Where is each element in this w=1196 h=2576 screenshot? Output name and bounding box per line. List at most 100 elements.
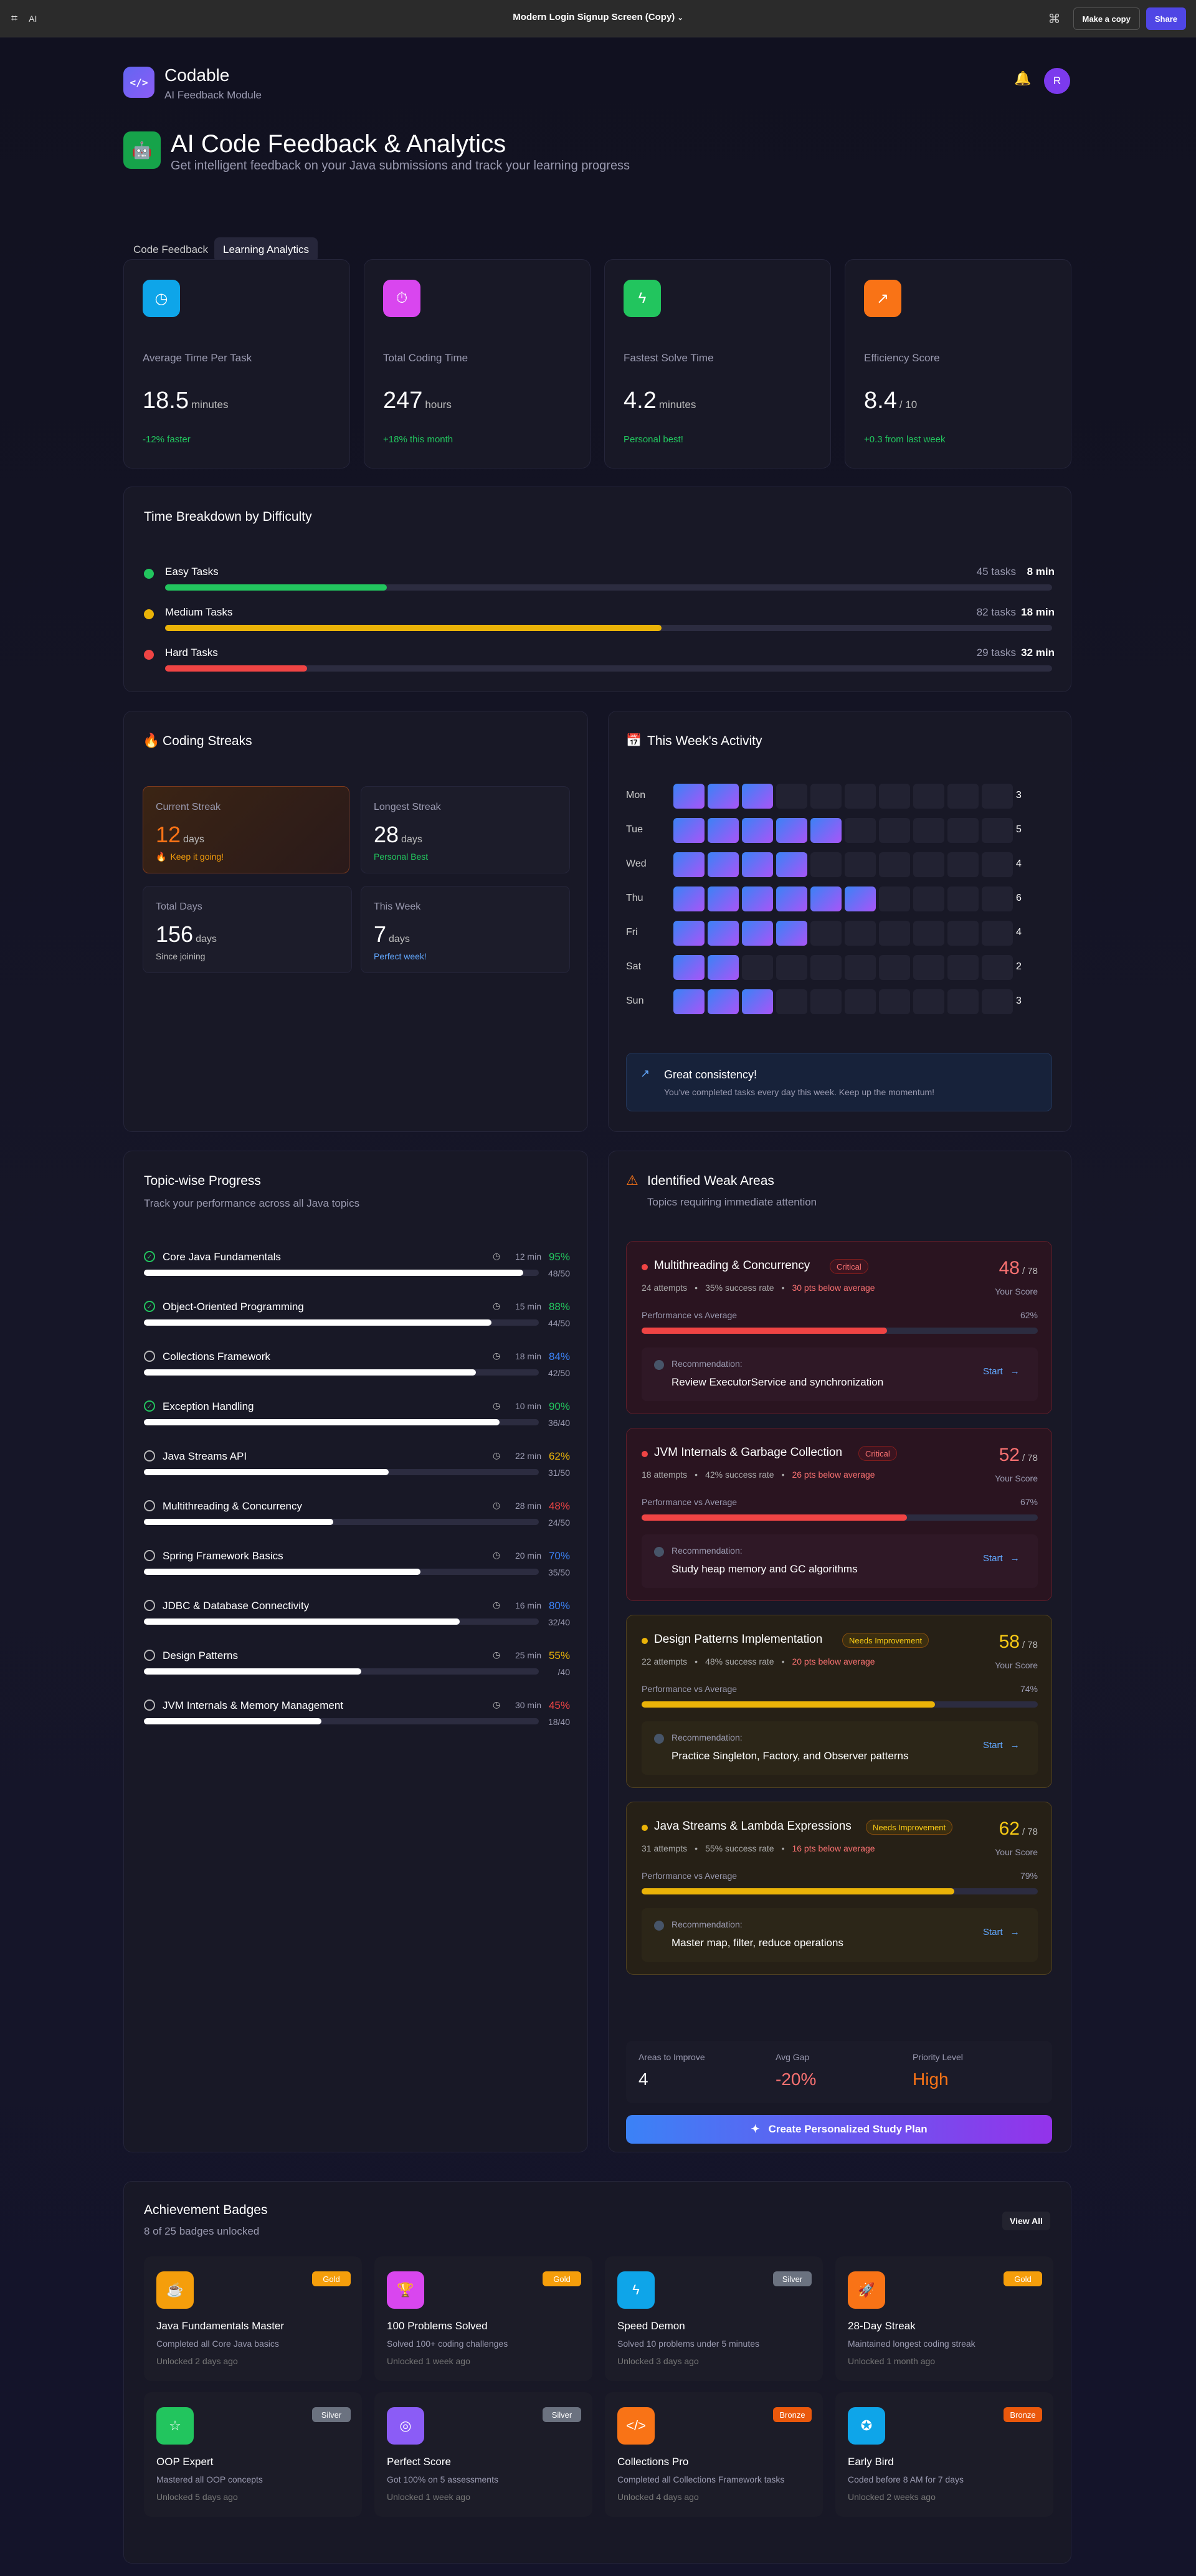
perf-bar: [642, 1888, 1038, 1894]
stat-note: -12% faster: [143, 434, 191, 445]
clock-icon: ◷: [493, 1301, 501, 1311]
topic-done: 44/50: [548, 1318, 570, 1328]
streak-value: 12: [156, 822, 181, 847]
info-dot: [654, 1921, 664, 1931]
weak-area-meta: 31 attempts • 55% success rate • 16 pts belo…: [642, 1843, 875, 1853]
topics-subtitle: Track your performance across all Java t…: [144, 1197, 360, 1209]
activity-cell-active: [708, 818, 739, 843]
summary-value: High: [913, 2070, 949, 2089]
topic-bar: [144, 1319, 539, 1326]
badges-title: Achievement Badges: [144, 2203, 268, 2217]
start-button[interactable]: Start →: [983, 1553, 1020, 1564]
rec-text: Study heap memory and GC algorithms: [672, 1563, 858, 1575]
activity-cell-active: [845, 886, 876, 911]
perf-label: Performance vs Average: [642, 1871, 738, 1881]
topic-name: Exception Handling: [163, 1400, 254, 1412]
topic-name: Java Streams API: [163, 1450, 247, 1462]
difficulty-dot: [144, 569, 154, 579]
streak-box: Longest Streak 28 days Personal Best: [361, 786, 570, 873]
bell-icon[interactable]: 🔔: [1014, 70, 1031, 87]
focus-icon[interactable]: ⌘: [1048, 11, 1061, 27]
activity-cell: [982, 784, 1013, 809]
stat-label: Fastest Solve Time: [624, 352, 714, 364]
file-title[interactable]: Modern Login Signup Screen (Copy) ⌄: [0, 12, 1196, 22]
activity-cell: [879, 921, 910, 946]
activity-cell-active: [708, 852, 739, 877]
activity-cell: [913, 989, 944, 1014]
brand-logo[interactable]: </>: [123, 67, 154, 98]
activity-day: Mon: [626, 790, 646, 801]
stat-label: Average Time Per Task: [143, 352, 252, 364]
difficulty-tasks: 29 tasks: [976, 647, 1016, 658]
difficulty-label: Medium Tasks: [165, 606, 233, 618]
topic-bar-fill: [144, 1270, 523, 1276]
circle-icon: [144, 1450, 155, 1461]
achievement-badges-card: Achievement Badges 8 of 25 badges unlock…: [123, 2181, 1071, 2564]
badge-card[interactable]: </> Bronze Collections Pro Completed all Co…: [605, 2392, 823, 2517]
separator: •: [695, 1470, 698, 1480]
stat-unit: hours: [425, 399, 452, 411]
activity-count: 3: [1016, 790, 1022, 801]
topic-name: Object-Oriented Programming: [163, 1301, 304, 1313]
difficulty-label: Easy Tasks: [165, 566, 219, 577]
streak-label: This Week: [374, 901, 421, 912]
tab-code-feedback[interactable]: Code Feedback: [125, 237, 217, 262]
score-gap: 16 pts below average: [792, 1843, 875, 1853]
create-study-plan-button[interactable]: ✦ Create Personalized Study Plan: [626, 2115, 1052, 2144]
severity-badge: Critical: [858, 1446, 897, 1461]
badge-when: Unlocked 2 weeks ago: [848, 2492, 936, 2502]
topic-percent: 95%: [548, 1251, 570, 1263]
difficulty-label: Hard Tasks: [165, 647, 218, 658]
badge-card[interactable]: ◎ Silver Perfect Score Got 100% on 5 assess…: [374, 2392, 592, 2517]
streak-value-row: 12 days: [156, 822, 204, 848]
weak-area-meta: 24 attempts • 35% success rate • 30 pts belo…: [642, 1283, 875, 1293]
avatar[interactable]: R: [1044, 68, 1070, 94]
activity-day: Sun: [626, 996, 644, 1006]
separator: •: [695, 1283, 698, 1293]
start-button[interactable]: Start →: [983, 1927, 1020, 1937]
stat-value-row: 4.2 minutes: [624, 387, 696, 414]
circle-icon: [144, 1550, 155, 1561]
perf-label: Performance vs Average: [642, 1497, 738, 1507]
activity-day: Tue: [626, 824, 643, 835]
activity-cell-active: [708, 955, 739, 980]
recommendation-box: Recommendation: Master map, filter, reduc…: [642, 1908, 1038, 1962]
start-button[interactable]: Start →: [983, 1366, 1020, 1377]
topic-done: 36/40: [548, 1418, 570, 1428]
perf-bar: [642, 1328, 1038, 1334]
activity-cell-active: [708, 921, 739, 946]
badge-tier: Gold: [543, 2271, 581, 2286]
chevron-down-icon: ⌄: [677, 14, 683, 22]
activity-day: Wed: [626, 858, 647, 869]
badge-card[interactable]: 🏆 Gold 100 Problems Solved Solved 100+ codi…: [374, 2256, 592, 2381]
stat-unit: / 10: [899, 399, 918, 411]
activity-cell: [913, 852, 944, 877]
badges-subtitle: 8 of 25 badges unlocked: [144, 2225, 260, 2237]
badge-card[interactable]: ☆ Silver OOP Expert Mastered all OOP concep…: [144, 2392, 362, 2517]
share-button[interactable]: Share: [1146, 7, 1186, 30]
streak-note-text: Personal Best: [374, 852, 429, 862]
activity-cell: [810, 989, 842, 1014]
circle-icon: [144, 1500, 155, 1511]
make-copy-button[interactable]: Make a copy: [1073, 7, 1140, 30]
start-button[interactable]: Start →: [983, 1740, 1020, 1751]
activity-count: 4: [1016, 927, 1022, 938]
badge-card[interactable]: ϟ Silver Speed Demon Solved 10 problems und…: [605, 2256, 823, 2381]
badge-card[interactable]: 🚀 Gold 28-Day Streak Maintained longest cod…: [835, 2256, 1053, 2381]
activity-cell-active: [708, 784, 739, 809]
activity-day: Thu: [626, 893, 643, 903]
activity-cell: [947, 955, 979, 980]
tab-learning-analytics[interactable]: Learning Analytics: [214, 237, 318, 262]
badge-card[interactable]: ✪ Bronze Early Bird Coded before 8 AM for 7…: [835, 2392, 1053, 2517]
activity-cell: [879, 989, 910, 1014]
weak-area-name: Design Patterns Implementation: [654, 1633, 823, 1646]
badge-desc: Completed all Core Java basics: [156, 2339, 279, 2349]
score-gap: 30 pts below average: [792, 1283, 875, 1293]
severity-dot: [642, 1638, 648, 1644]
view-all-button[interactable]: View All: [1002, 2212, 1050, 2230]
badge-card[interactable]: ☕ Gold Java Fundamentals Master Completed a…: [144, 2256, 362, 2381]
badge-when: Unlocked 1 week ago: [387, 2492, 470, 2502]
coffee-icon: ☕: [156, 2271, 194, 2309]
topic-bar-fill: [144, 1618, 460, 1625]
badge-name: Java Fundamentals Master: [156, 2320, 285, 2332]
